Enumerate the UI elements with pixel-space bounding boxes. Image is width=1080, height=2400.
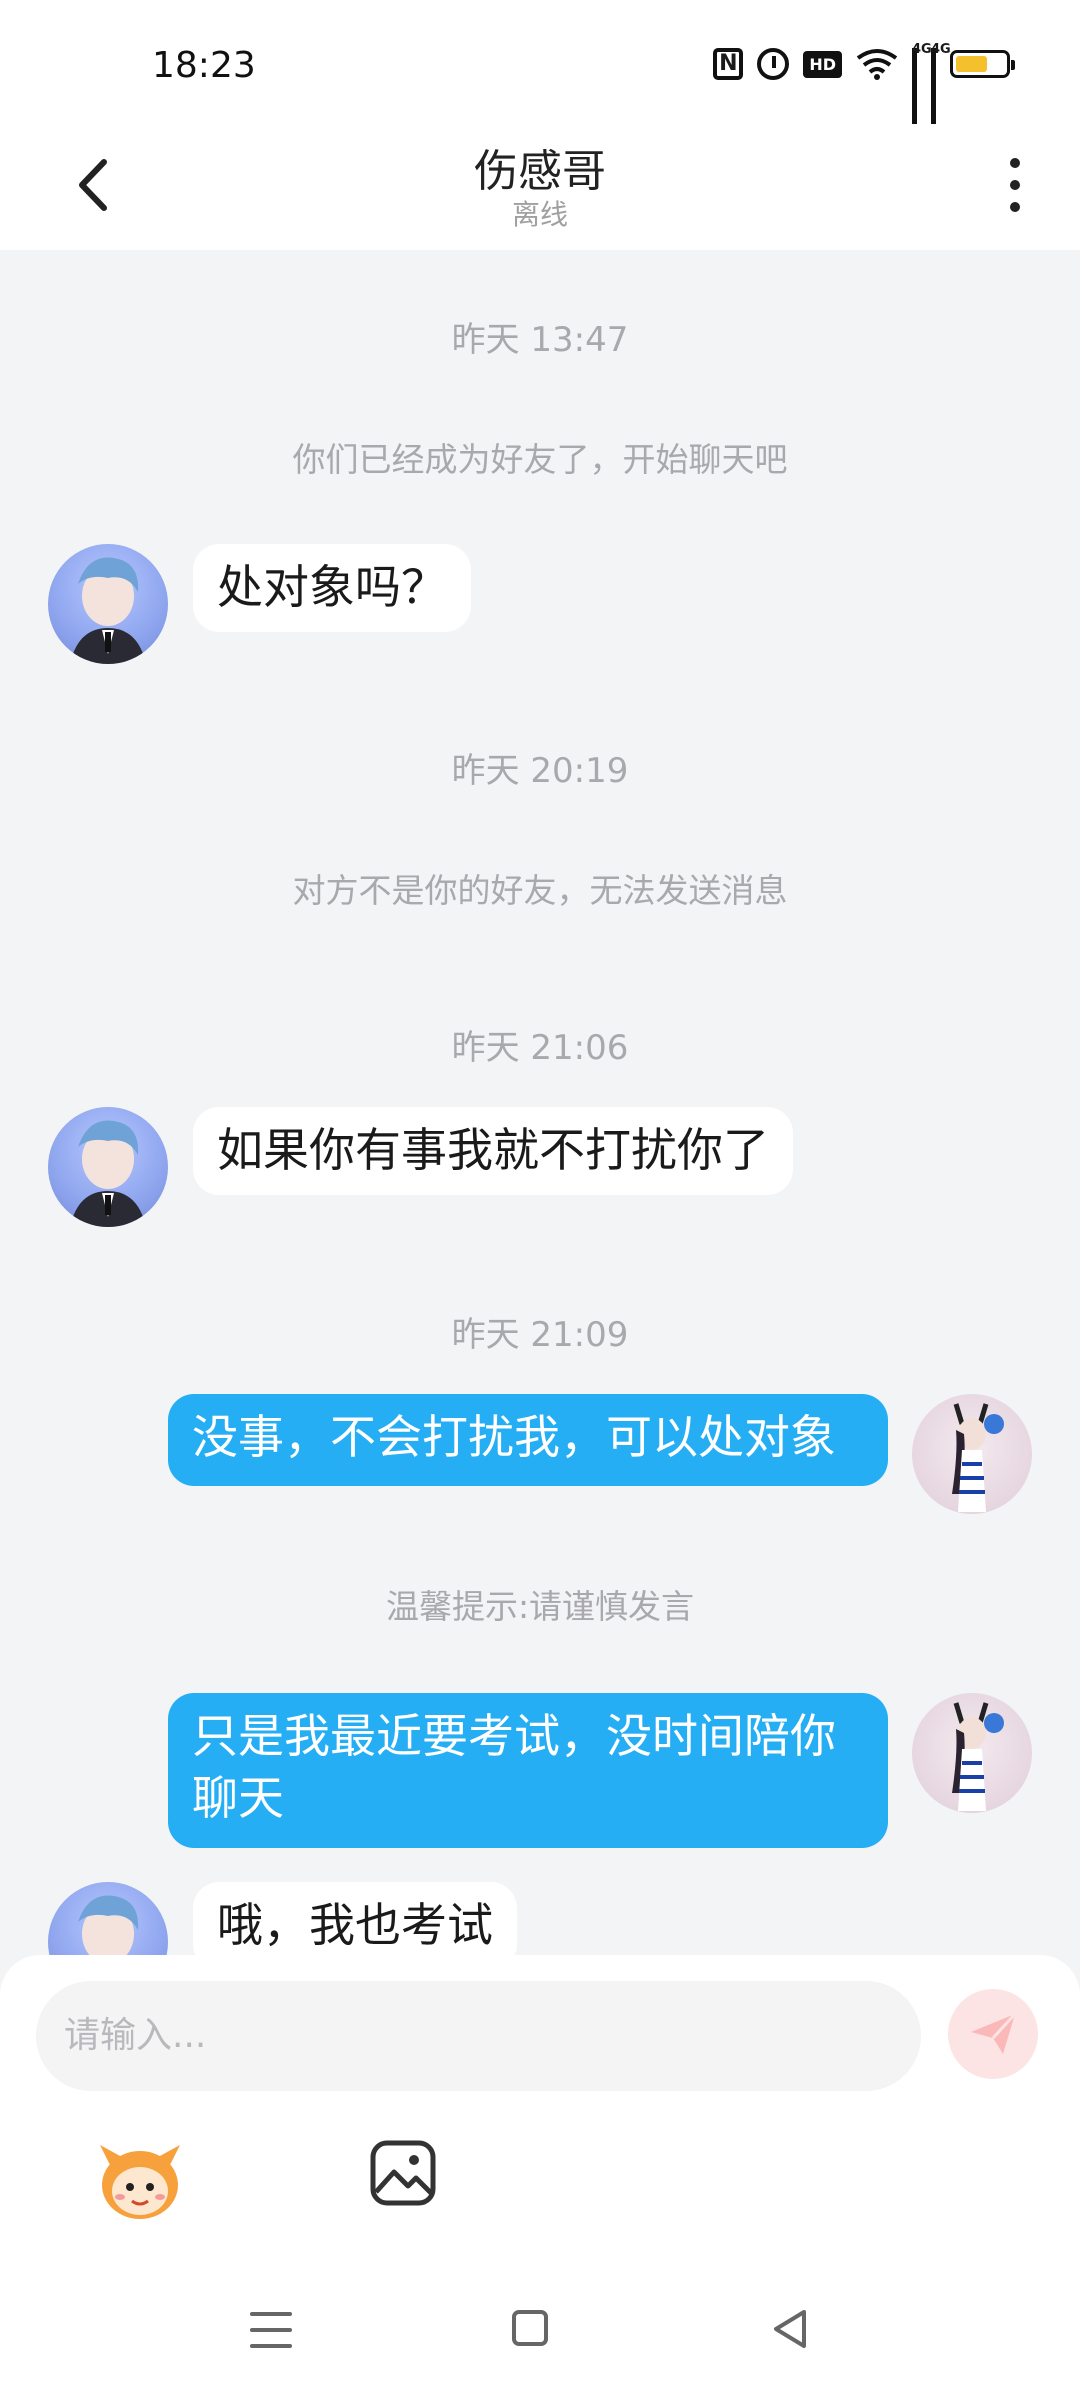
battery-icon (950, 50, 1015, 78)
outgoing-message[interactable]: 只是我最近要考试，没时间陪你聊天 (168, 1693, 888, 1848)
image-icon (370, 2140, 436, 2206)
incoming-message[interactable]: 如果你有事我就不打扰你了 (193, 1107, 793, 1195)
battery-level (956, 56, 987, 72)
nav-back-button[interactable] (770, 2308, 810, 2350)
message-list[interactable]: 昨天 13:47 你们已经成为好友了，开始聊天吧 处对象吗？ 昨天 20:19 … (0, 250, 1080, 2002)
male-avatar-icon (70, 1120, 146, 1227)
system-nav-bar (0, 2260, 1080, 2400)
menu-icon (250, 2312, 292, 2316)
hd-voice-icon: HD (803, 50, 842, 78)
wifi-icon (856, 48, 898, 80)
male-avatar-icon (70, 557, 146, 664)
female-avatar-icon (952, 1702, 1004, 1811)
my-avatar[interactable] (912, 1693, 1032, 1813)
contact-status: 离线 (511, 198, 568, 231)
send-button[interactable] (948, 1989, 1038, 2079)
system-message: 对方不是你的好友，无法发送消息 (292, 871, 788, 910)
send-icon (971, 2012, 1017, 2054)
status-time: 18:23 (152, 45, 256, 86)
signal-4g-icon: 4G (931, 42, 951, 124)
more-vertical-icon (1010, 158, 1020, 168)
status-bar: 18:23 N HD 4G 4G (0, 0, 1080, 125)
outgoing-message[interactable]: 没事，不会打扰我，可以处对象 (168, 1394, 888, 1486)
emoji-button[interactable] (90, 2135, 190, 2225)
system-message: 你们已经成为好友了，开始聊天吧 (292, 440, 788, 479)
nav-recents-button[interactable] (250, 2312, 292, 2348)
alarm-icon (757, 48, 790, 80)
contact-avatar[interactable] (48, 544, 168, 664)
system-message: 温馨提示:请谨慎发言 (385, 1587, 695, 1626)
incoming-message[interactable]: 处对象吗？ (193, 544, 471, 632)
contact-name: 伤感哥 (474, 146, 606, 197)
nfc-icon: N (713, 48, 744, 80)
my-avatar[interactable] (912, 1394, 1032, 1514)
contact-avatar[interactable] (48, 1107, 168, 1227)
mascot-sticker-icon (100, 2145, 180, 2219)
triangle-back-icon (774, 2310, 806, 2348)
female-avatar-icon (952, 1403, 1004, 1512)
timestamp: 昨天 13:47 (451, 320, 629, 360)
status-icons: N HD 4G 4G (713, 42, 1015, 124)
timestamp: 昨天 21:06 (451, 1028, 629, 1068)
message-input[interactable] (36, 1981, 921, 2091)
timestamp: 昨天 21:09 (451, 1315, 629, 1355)
image-button[interactable] (368, 2138, 438, 2208)
more-options-button[interactable] (990, 150, 1040, 220)
signal-4g-icon: 4G (912, 42, 932, 124)
nav-home-button[interactable] (512, 2310, 548, 2346)
chat-header: 伤感哥 离线 (0, 125, 1080, 250)
timestamp: 昨天 20:19 (451, 751, 629, 791)
